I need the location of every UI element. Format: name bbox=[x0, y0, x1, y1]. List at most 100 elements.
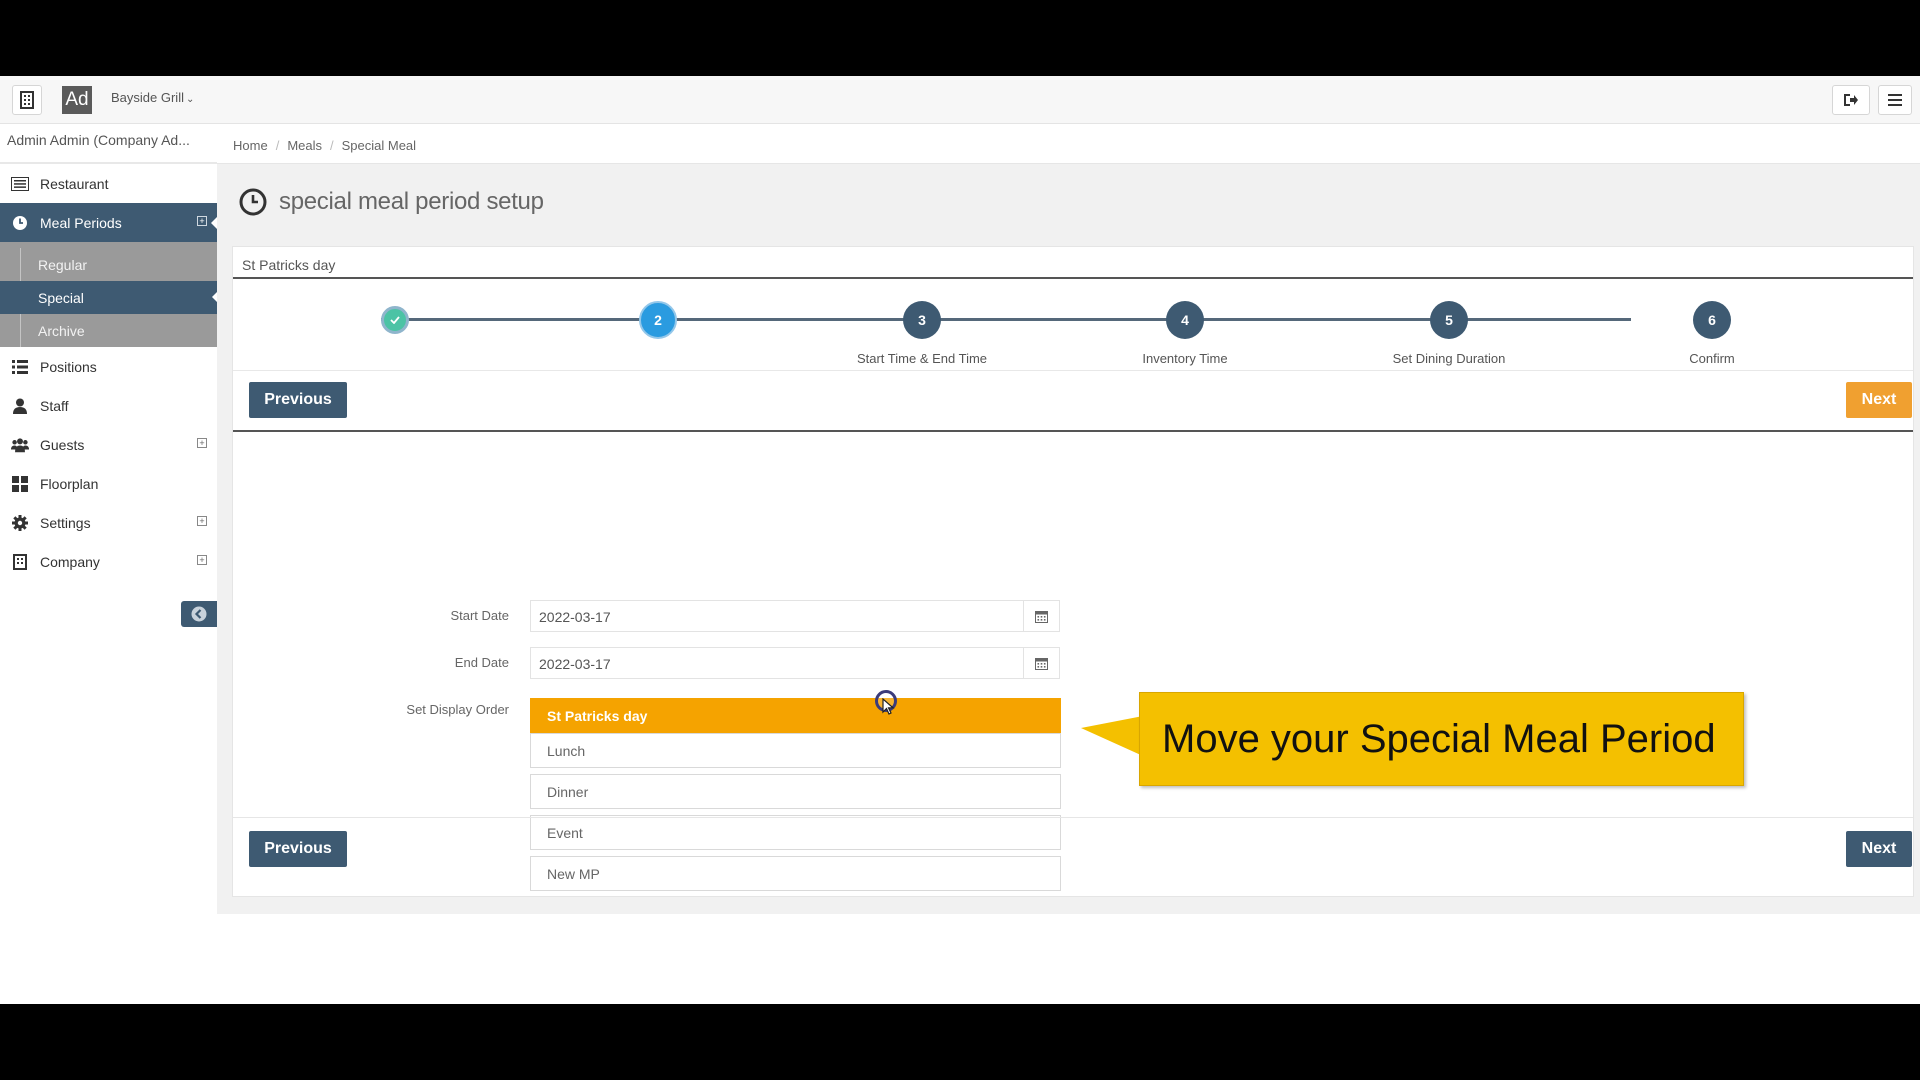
wizard-step-6[interactable]: 6 bbox=[1693, 301, 1731, 339]
building-logo-button[interactable] bbox=[12, 85, 42, 115]
hamburger-menu-button[interactable] bbox=[1878, 85, 1912, 115]
sidebar-subitem-regular[interactable]: Regular bbox=[0, 248, 217, 281]
page-footer bbox=[217, 914, 1920, 1004]
wizard-step-2[interactable]: 2 bbox=[639, 301, 677, 339]
end-date-label: End Date bbox=[454, 655, 509, 670]
display-order-label: Set Display Order bbox=[406, 702, 509, 717]
user-icon bbox=[11, 397, 29, 415]
wizard-step-5[interactable]: 5 bbox=[1430, 301, 1468, 339]
breadcrumb-home[interactable]: Home bbox=[233, 138, 268, 153]
wizard-step-1[interactable] bbox=[381, 306, 409, 334]
sidebar-item-label: Positions bbox=[40, 358, 97, 375]
tutorial-callout: Move your Special Meal Period bbox=[1139, 692, 1744, 786]
callout-pointer bbox=[1081, 716, 1143, 756]
letterbox-top bbox=[0, 0, 1920, 76]
sidebar-item-staff[interactable]: Staff bbox=[0, 386, 217, 425]
breadcrumb-separator: / bbox=[275, 138, 280, 153]
end-date-value: 2022-03-17 bbox=[539, 656, 611, 672]
display-order-list: St Patricks day Lunch Dinner Event New M… bbox=[530, 698, 1061, 897]
setup-panel: St Patricks day 2 3 Start Time & End Tim… bbox=[232, 246, 1914, 897]
list-item[interactable]: Event bbox=[530, 815, 1061, 850]
restaurant-name: Bayside Grill bbox=[111, 90, 184, 105]
gear-icon bbox=[11, 514, 29, 532]
section-divider bbox=[233, 430, 1913, 432]
expand-icon[interactable]: + bbox=[197, 555, 207, 565]
restaurant-dropdown[interactable]: Bayside Grill ⌄ bbox=[111, 90, 194, 105]
building-icon bbox=[11, 553, 29, 571]
breadcrumb: Home / Meals / Special Meal bbox=[217, 124, 1920, 164]
end-date-field[interactable]: 2022-03-17 bbox=[530, 647, 1060, 679]
users-icon bbox=[11, 436, 29, 454]
next-button-bottom[interactable]: Next bbox=[1846, 831, 1912, 867]
sidebar-item-label: Settings bbox=[40, 514, 91, 531]
logout-button[interactable] bbox=[1832, 85, 1870, 115]
sidebar-item-restaurant[interactable]: Restaurant bbox=[0, 164, 217, 203]
sidebar-subitem-label: Regular bbox=[38, 256, 88, 273]
building-icon bbox=[20, 91, 34, 109]
list-item[interactable]: New MP bbox=[530, 856, 1061, 891]
collapse-sidebar-button[interactable] bbox=[181, 601, 217, 627]
list-item[interactable]: Lunch bbox=[530, 733, 1061, 768]
list-item[interactable]: Dinner bbox=[530, 774, 1061, 809]
avatar[interactable]: Ad bbox=[62, 86, 92, 114]
chevron-down-icon: ⌄ bbox=[185, 94, 195, 105]
user-name: Admin Admin (Company Ad... bbox=[0, 124, 217, 164]
panel-title: St Patricks day bbox=[233, 247, 1913, 279]
start-date-label: Start Date bbox=[450, 608, 509, 623]
breadcrumb-meals[interactable]: Meals bbox=[287, 138, 322, 153]
sidebar-subitem-label: Special bbox=[38, 289, 84, 306]
sidebar-subitem-special[interactable]: Special bbox=[0, 281, 218, 314]
sidebar-item-label: Staff bbox=[40, 397, 69, 414]
previous-button-top[interactable]: Previous bbox=[249, 382, 347, 418]
wizard-step-5-label: Set Dining Duration bbox=[1392, 351, 1506, 366]
sidebar-item-guests[interactable]: Guests + bbox=[0, 425, 217, 464]
sidebar-item-floorplan[interactable]: Floorplan bbox=[0, 464, 217, 503]
wizard-steps: 2 3 Start Time & End Time 4 Inventory Ti… bbox=[233, 281, 1913, 371]
sidebar-item-label: Floorplan bbox=[40, 475, 99, 492]
mouse-cursor-icon bbox=[882, 698, 895, 715]
wizard-step-4-label: Inventory Time bbox=[1142, 351, 1228, 366]
sidebar-item-label: Meal Periods bbox=[40, 214, 122, 231]
sidebar-item-settings[interactable]: Settings + bbox=[0, 503, 217, 542]
expand-icon[interactable]: + bbox=[197, 216, 207, 226]
list-item[interactable]: St Patricks day bbox=[530, 698, 1061, 733]
calendar-icon[interactable] bbox=[1023, 601, 1059, 631]
grid-icon bbox=[11, 475, 29, 493]
wizard-step-6-label: Confirm bbox=[1689, 351, 1735, 366]
sidebar-item-label: Guests bbox=[40, 436, 85, 453]
expand-icon[interactable]: + bbox=[197, 516, 207, 526]
sidebar: Admin Admin (Company Ad... Restaurant Me… bbox=[0, 124, 218, 1004]
sign-out-icon bbox=[1844, 94, 1858, 106]
page-title-text: special meal period setup bbox=[279, 188, 544, 215]
sidebar-item-company[interactable]: Company + bbox=[0, 542, 217, 581]
start-date-field[interactable]: 2022-03-17 bbox=[530, 600, 1060, 632]
meal-periods-submenu: Regular Special Archive bbox=[0, 242, 218, 347]
start-date-value: 2022-03-17 bbox=[539, 609, 611, 625]
clock-icon bbox=[239, 188, 267, 216]
wizard-step-3[interactable]: 3 bbox=[903, 301, 941, 339]
check-icon bbox=[390, 316, 400, 324]
main-content: Home / Meals / Special Meal special meal per… bbox=[217, 124, 1920, 1004]
footer-divider bbox=[233, 817, 1913, 818]
sidebar-item-label: Restaurant bbox=[40, 175, 109, 192]
wizard-step-3-label: Start Time & End Time bbox=[856, 351, 988, 366]
sidebar-item-label: Company bbox=[40, 553, 100, 570]
clock-icon bbox=[11, 214, 29, 232]
breadcrumb-special-meal: Special Meal bbox=[341, 138, 417, 153]
previous-button-bottom[interactable]: Previous bbox=[249, 831, 347, 867]
sidebar-item-positions[interactable]: Positions bbox=[0, 347, 217, 386]
next-button-top[interactable]: Next bbox=[1846, 382, 1912, 418]
arrow-circle-left-icon bbox=[191, 606, 207, 622]
app-window: Ad Bayside Grill ⌄ Admin Admin (Company A… bbox=[0, 76, 1920, 1004]
wizard-step-4[interactable]: 4 bbox=[1166, 301, 1204, 339]
menu-icon bbox=[1888, 94, 1902, 106]
calendar-icon[interactable] bbox=[1023, 648, 1059, 678]
sidebar-item-meal-periods[interactable]: Meal Periods + bbox=[0, 203, 218, 242]
list-icon bbox=[11, 175, 29, 193]
list-icon bbox=[11, 358, 29, 376]
sidebar-subitem-archive[interactable]: Archive bbox=[0, 314, 217, 347]
letterbox-bottom bbox=[0, 1004, 1920, 1080]
expand-icon[interactable]: + bbox=[197, 438, 207, 448]
sidebar-subitem-label: Archive bbox=[38, 322, 85, 339]
top-bar: Ad Bayside Grill ⌄ bbox=[0, 76, 1920, 124]
